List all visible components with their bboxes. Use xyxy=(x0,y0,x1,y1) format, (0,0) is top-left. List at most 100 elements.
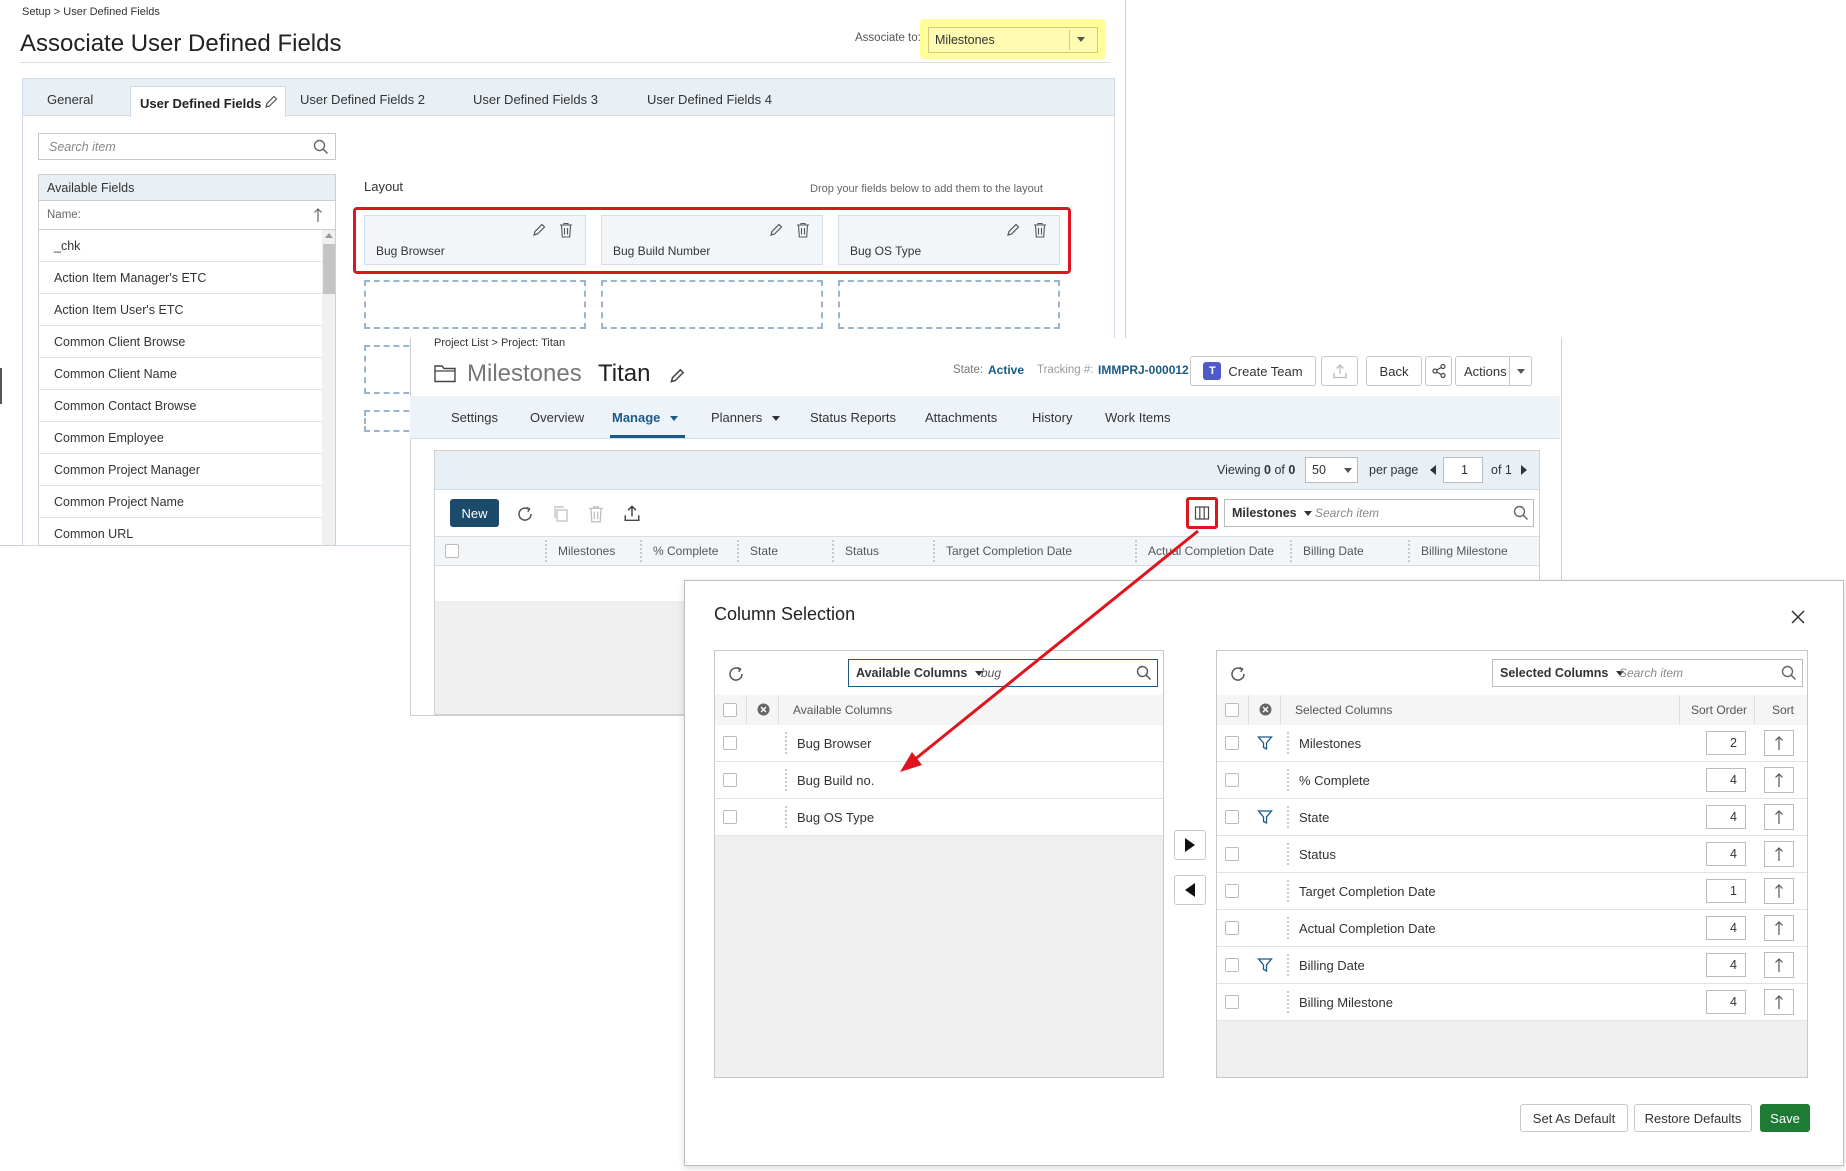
sort-order-input[interactable]: 4 xyxy=(1706,768,1746,792)
filter-icon[interactable] xyxy=(1257,809,1273,825)
available-search-box[interactable]: Available Columns bug xyxy=(848,659,1158,687)
sort-order-input[interactable]: 4 xyxy=(1706,842,1746,866)
row-checkbox[interactable] xyxy=(1225,736,1239,750)
actions-button[interactable]: Actions xyxy=(1455,356,1532,386)
tab-user-defined-fields-2[interactable]: User Defined Fields 2 xyxy=(300,92,425,107)
list-item[interactable]: Action Item Manager's ETC xyxy=(39,262,322,294)
sort-order-input[interactable]: 1 xyxy=(1706,879,1746,903)
sort-order-input[interactable]: 4 xyxy=(1706,916,1746,940)
row-checkbox[interactable] xyxy=(1225,773,1239,787)
table-row[interactable]: Actual Completion Date 4 xyxy=(1217,910,1807,947)
drag-handle[interactable] xyxy=(1287,880,1292,902)
page-input[interactable]: 1 xyxy=(1443,457,1483,483)
list-item[interactable]: Common Client Name xyxy=(39,358,322,390)
column-header[interactable]: Status xyxy=(832,537,879,565)
available-select[interactable]: Available Columns xyxy=(856,666,983,680)
list-item[interactable]: Common Contact Browse xyxy=(39,390,322,422)
list-item[interactable]: Bug Browser xyxy=(715,725,1163,762)
create-team-button[interactable]: T Create Team xyxy=(1190,356,1316,386)
row-checkbox[interactable] xyxy=(1225,847,1239,861)
layout-drop-slot[interactable] xyxy=(364,280,586,329)
table-row[interactable]: Milestones 2 xyxy=(1217,725,1807,762)
row-checkbox[interactable] xyxy=(723,773,737,787)
drag-handle[interactable] xyxy=(1287,954,1292,976)
list-item[interactable]: Bug OS Type xyxy=(715,799,1163,836)
back-button[interactable]: Back xyxy=(1366,356,1422,386)
pencil-icon[interactable] xyxy=(263,94,279,110)
export-icon[interactable] xyxy=(623,504,641,522)
layout-drop-slot[interactable] xyxy=(838,280,1060,329)
set-as-default-button[interactable]: Set As Default xyxy=(1520,1104,1628,1132)
sort-order-input[interactable]: 4 xyxy=(1706,990,1746,1014)
export-button[interactable] xyxy=(1321,356,1358,386)
refresh-icon[interactable] xyxy=(727,665,745,683)
drag-handle[interactable] xyxy=(1287,732,1292,754)
scroll-thumb[interactable] xyxy=(323,244,335,294)
tab-attachments[interactable]: Attachments xyxy=(925,410,997,425)
table-row[interactable]: State 4 xyxy=(1217,799,1807,836)
filter-icon[interactable] xyxy=(1257,957,1273,973)
tab-user-defined-fields-4[interactable]: User Defined Fields 4 xyxy=(647,92,772,107)
associate-select[interactable]: Milestones xyxy=(928,27,1098,53)
tab-work-items[interactable]: Work Items xyxy=(1105,410,1171,425)
select-all-checkbox[interactable] xyxy=(723,703,737,717)
sort-direction-button[interactable] xyxy=(1764,878,1794,904)
sort-direction-button[interactable] xyxy=(1764,767,1794,793)
list-item[interactable]: Action Item User's ETC xyxy=(39,294,322,326)
share-button[interactable] xyxy=(1425,356,1452,386)
row-checkbox[interactable] xyxy=(723,810,737,824)
row-checkbox[interactable] xyxy=(1225,921,1239,935)
drag-handle[interactable] xyxy=(785,806,790,828)
filter-icon[interactable] xyxy=(1257,735,1273,751)
list-item[interactable]: Common Project Manager xyxy=(39,454,322,486)
layout-drop-slot[interactable] xyxy=(601,280,823,329)
project-breadcrumb[interactable]: Project List > Project: Titan xyxy=(434,337,565,349)
row-checkbox[interactable] xyxy=(1225,884,1239,898)
drag-handle[interactable] xyxy=(1287,917,1292,939)
sort-direction-button[interactable] xyxy=(1764,730,1794,756)
tab-planners[interactable]: Planners xyxy=(711,410,780,425)
sort-direction-button[interactable] xyxy=(1764,804,1794,830)
column-header[interactable]: Target Completion Date xyxy=(933,537,1072,565)
search-icon[interactable] xyxy=(1136,665,1152,681)
move-right-button[interactable] xyxy=(1174,830,1206,860)
column-header[interactable]: Milestones xyxy=(545,537,615,565)
restore-defaults-button[interactable]: Restore Defaults xyxy=(1634,1104,1752,1132)
column-header[interactable]: Actual Completion Date xyxy=(1135,537,1274,565)
list-item[interactable]: Common Project Name xyxy=(39,486,322,518)
row-checkbox[interactable] xyxy=(1225,810,1239,824)
column-header[interactable]: Billing Date xyxy=(1290,537,1364,565)
tab-overview[interactable]: Overview xyxy=(530,410,584,425)
view-select[interactable]: Milestones xyxy=(1232,506,1313,520)
prev-page-icon[interactable] xyxy=(1430,465,1436,475)
tab-manage[interactable]: Manage xyxy=(612,410,679,425)
breadcrumb[interactable]: Setup > User Defined Fields xyxy=(22,6,160,18)
grid-search-box[interactable]: Milestones Search item xyxy=(1224,499,1534,527)
drag-handle[interactable] xyxy=(785,732,790,754)
table-row[interactable]: % Complete 4 xyxy=(1217,762,1807,799)
column-selection-button[interactable] xyxy=(1186,497,1218,529)
list-item[interactable]: Common Client Browse xyxy=(39,326,322,358)
table-row[interactable]: Billing Milestone 4 xyxy=(1217,984,1807,1021)
name-column-header[interactable]: Name: xyxy=(39,201,335,230)
list-item[interactable]: Common Employee xyxy=(39,422,322,454)
refresh-icon[interactable] xyxy=(1229,665,1247,683)
scroll-up-arrow-icon[interactable] xyxy=(325,233,333,238)
tab-user-defined-fields-3[interactable]: User Defined Fields 3 xyxy=(473,92,598,107)
tab-history[interactable]: History xyxy=(1032,410,1072,425)
list-item[interactable]: _chk xyxy=(39,230,322,262)
drag-handle[interactable] xyxy=(785,769,790,791)
tracking-value[interactable]: IMMPRJ-000012 xyxy=(1098,363,1189,377)
search-icon[interactable] xyxy=(313,139,329,155)
sort-direction-button[interactable] xyxy=(1764,952,1794,978)
search-icon[interactable] xyxy=(1781,665,1797,681)
table-row[interactable]: Billing Date 4 xyxy=(1217,947,1807,984)
refresh-icon[interactable] xyxy=(516,505,534,523)
sort-direction-button[interactable] xyxy=(1764,989,1794,1015)
column-header[interactable]: State xyxy=(737,537,778,565)
column-header[interactable]: % Complete xyxy=(640,537,718,565)
sort-order-input[interactable]: 2 xyxy=(1706,731,1746,755)
list-item[interactable]: Common URL xyxy=(39,518,322,545)
field-search-input[interactable]: Search item xyxy=(38,133,336,160)
sort-direction-button[interactable] xyxy=(1764,915,1794,941)
